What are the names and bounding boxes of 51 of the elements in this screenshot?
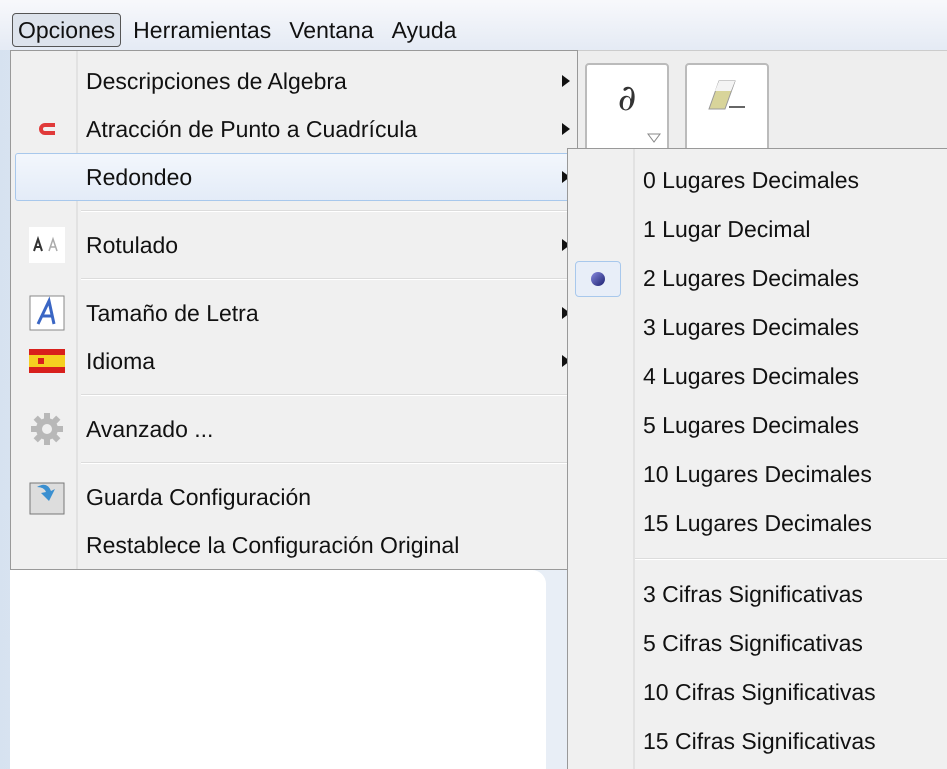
menu-item-label: Descripciones de Algebra — [86, 66, 347, 96]
radio-menu-label: 0 Lugares Decimales — [643, 166, 860, 196]
menu-item[interactable]: Rotulado — [15, 221, 573, 269]
letters-icon — [29, 227, 65, 263]
submenu-arrow-icon — [562, 123, 570, 135]
menu-bar-item[interactable]: Ayuda — [386, 13, 462, 47]
radio-menu-item[interactable]: 0 Lugares Decimales — [573, 156, 947, 205]
gear-icon — [30, 412, 64, 446]
menu-item-label: Avanzado ... — [86, 414, 214, 444]
menu-item-label: Idioma — [86, 346, 156, 376]
menu-item[interactable]: Tamaño de Letra — [15, 289, 573, 337]
menu-item-label: Tamaño de Letra — [86, 298, 259, 328]
radio-menu-label: 5 Lugares Decimales — [643, 411, 860, 440]
menu-item[interactable]: Avanzado ... — [15, 405, 573, 453]
menu-item[interactable]: Guarda Configuración — [15, 473, 573, 521]
menu-item[interactable]: Atracción de Punto a Cuadrícula — [15, 105, 573, 153]
radio-menu-label: 10 Cifras Significativas — [643, 678, 876, 708]
radio-menu-item[interactable]: 3 Lugares Decimales — [573, 303, 947, 352]
menu-bar-item[interactable]: Herramientas — [127, 13, 278, 47]
radio-menu-item[interactable]: 15 Cifras Significativas — [573, 717, 947, 766]
font-size-icon — [29, 295, 65, 331]
radio-menu-item[interactable]: 5 Cifras Significativas — [573, 619, 947, 668]
radio-menu-item[interactable]: 1 Lugar Decimal — [573, 205, 947, 254]
menu-bar-item[interactable]: Ventana — [283, 13, 380, 47]
menu-item-label: Rotulado — [86, 230, 178, 260]
radio-menu-label: 15 Lugares Decimales — [643, 509, 872, 538]
radio-menu-item[interactable]: 3 Cifras Significativas — [573, 570, 947, 619]
radio-menu-label: 10 Lugares Decimales — [643, 460, 872, 490]
menu-item-label: Guarda Configuración — [86, 482, 312, 512]
menu-item[interactable]: Descripciones de Algebra — [15, 57, 573, 105]
menu-item-label: Atracción de Punto a Cuadrícula — [86, 114, 418, 144]
radio-menu-item[interactable]: 4 Lugares Decimales — [573, 352, 947, 401]
radio-menu-item[interactable]: 5 Lugares Decimales — [573, 401, 947, 450]
submenu-arrow-icon — [562, 75, 570, 87]
radio-menu-item[interactable]: 15 Lugares Decimales — [573, 499, 947, 548]
magnet-icon — [37, 122, 57, 136]
radio-menu-label: 15 Cifras Significativas — [643, 727, 876, 756]
radio-menu-label: 5 Cifras Significativas — [643, 629, 863, 658]
radio-menu-label: 1 Lugar Decimal — [643, 215, 810, 244]
radio-menu-item[interactable]: 2 Lugares Decimales — [573, 254, 947, 303]
menu-bar-item[interactable]: Opciones — [12, 13, 122, 47]
menu-item-label: Redondeo — [86, 162, 192, 192]
radio-menu-label: 4 Lugares Decimales — [643, 362, 860, 392]
radio-menu-label: 2 Lugares Decimales — [643, 264, 860, 294]
flag-icon — [29, 349, 65, 373]
radio-menu-label: 3 Lugares Decimales — [643, 313, 860, 342]
radio-menu-item[interactable]: 10 Cifras Significativas — [573, 668, 947, 717]
radio-menu-item[interactable]: 10 Lugares Decimales — [573, 450, 947, 499]
menu-item[interactable]: Idioma — [15, 337, 573, 385]
radio-menu-label: 3 Cifras Significativas — [643, 580, 863, 610]
menu-item-label: Restablece la Configuración Original — [86, 530, 460, 560]
